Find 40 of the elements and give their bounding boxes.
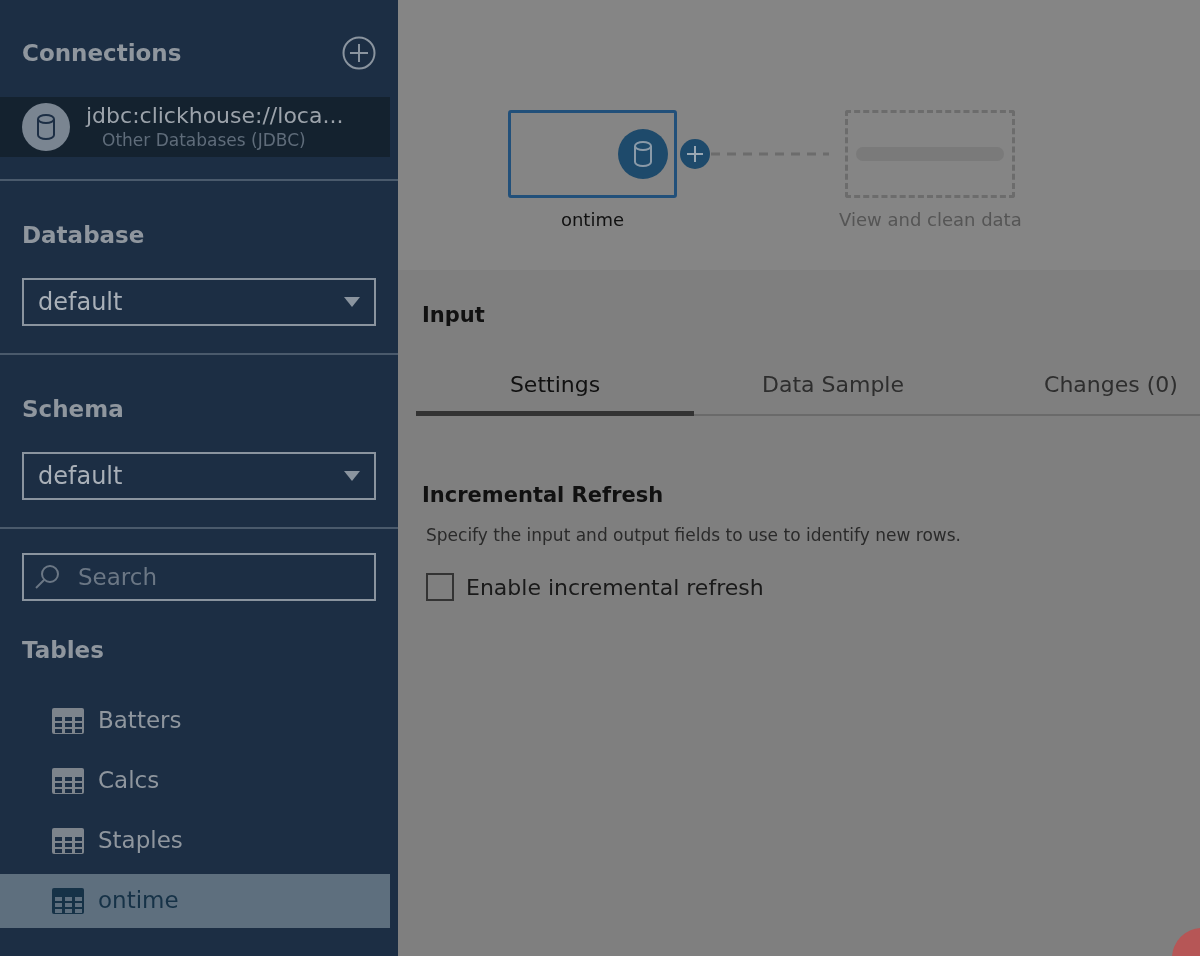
panel-title: Input: [421, 302, 486, 329]
table-item[interactable]: Staples: [0, 813, 390, 868]
table-icon: [52, 827, 84, 854]
section-title: Incremental Refresh: [421, 481, 665, 509]
table-item[interactable]: ontime: [0, 873, 390, 928]
caret-icon: [344, 297, 360, 308]
cylinder-icon: [633, 141, 653, 167]
section-description: Specify the input and output fields to use to identify new rows.: [425, 524, 962, 547]
table-item[interactable]: Calcs: [0, 753, 390, 808]
dropdown[interactable]: default: [22, 278, 376, 327]
table-item[interactable]: Batters: [0, 693, 390, 748]
dropdown-value: default: [38, 461, 123, 493]
table-name: Batters: [98, 706, 182, 736]
caret-icon: [344, 471, 360, 482]
table-icon: [52, 707, 84, 734]
add-icon[interactable]: [342, 36, 376, 71]
section-title: Tables: [21, 636, 105, 665]
search-field[interactable]: Search: [22, 553, 376, 601]
tab[interactable]: Settings: [416, 363, 694, 416]
section-title: Connections: [22, 39, 182, 68]
connection-type: Other Databases (JDBC): [102, 129, 307, 151]
input-node[interactable]: [508, 110, 677, 198]
search-icon: [34, 564, 60, 590]
dropdown-value: default: [38, 287, 123, 319]
table-name: Calcs: [98, 766, 160, 796]
table-icon: [52, 767, 84, 794]
dropdown[interactable]: default: [22, 452, 376, 501]
node-label: ontime: [560, 208, 625, 232]
section-title: Schema: [21, 394, 125, 424]
checkbox[interactable]: [426, 573, 454, 601]
section-title: Database: [21, 220, 146, 250]
connection-name: jdbc:clickhouse://loca...: [86, 102, 344, 130]
cylinder-icon: [36, 113, 56, 140]
checkbox-label: Enable incremental refresh: [466, 573, 764, 602]
tab[interactable]: Data Sample: [694, 363, 972, 416]
connection-item[interactable]: jdbc:clickhouse://loca... Other Databases (JDBC): [0, 96, 390, 157]
add-icon[interactable]: [679, 138, 711, 170]
table-name: Staples: [98, 826, 183, 856]
table-name: ontime: [98, 886, 179, 916]
tab[interactable]: Changes (0): [972, 363, 1200, 416]
